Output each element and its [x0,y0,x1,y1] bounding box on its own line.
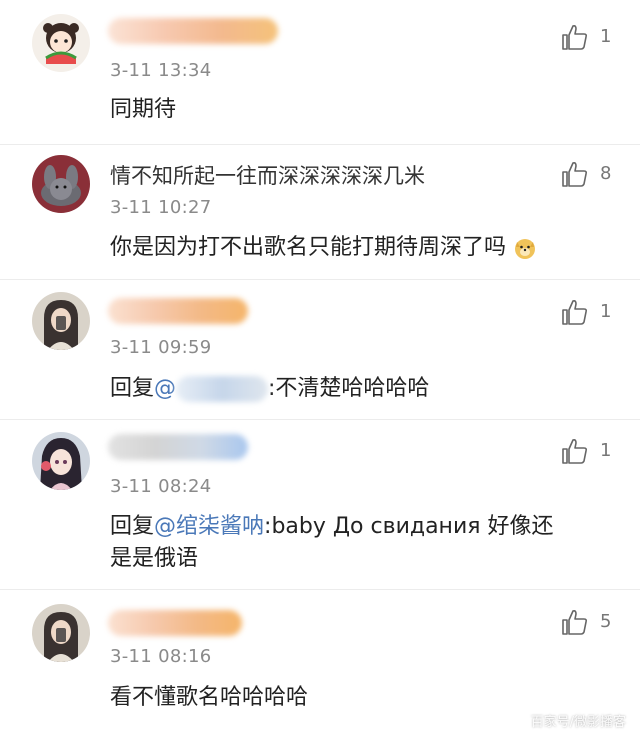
cartoon-girl-avatar-icon [32,14,90,72]
comment-time: 3-11 13:34 [110,60,212,81]
comment-time: 3-11 08:16 [110,646,212,667]
comment-text: 你是因为打不出歌名只能打期待周深了吗 [110,232,600,264]
like-count: 1 [600,26,612,47]
comment-text: 回复@绾柒酱呐:baby До свидания 好像还 是是俄语 [110,511,600,575]
avatar[interactable] [32,432,90,490]
girl-selfie-avatar-icon [32,604,90,662]
comment-text-body: :不清楚哈哈哈哈 [268,376,430,401]
comment-time: 3-11 08:24 [110,476,212,497]
comment-text-line: 回复@绾柒酱呐:baby До свидания 好像还 [110,511,600,543]
username-blurred[interactable] [108,434,248,460]
doge-emoji-icon [513,236,537,260]
comment-item: 情不知所起一往而深深深深深几米 3-11 10:27 你是因为打不出歌名只能打期… [0,145,640,280]
comment-text: 同期待 [110,97,177,122]
avatar[interactable] [32,155,90,213]
anime-girl-avatar-icon [32,432,90,490]
comment-text-body: :baby До свидания 好像还 [264,514,554,539]
comment-item: 3-11 09:59 回复@ :不清楚哈哈哈哈 1 [0,280,640,420]
like-icon[interactable] [560,436,590,466]
mention-name-blurred [176,376,269,402]
like-count: 1 [600,301,612,322]
username[interactable]: 情不知所起一往而深深深深深几米 [110,160,425,190]
avatar[interactable] [32,292,90,350]
like-icon[interactable] [560,607,590,637]
comment-text: 回复@ :不清楚哈哈哈哈 [110,373,600,405]
bunny-avatar-icon [32,155,90,213]
username-blurred[interactable] [108,18,278,44]
like-count: 8 [600,163,612,184]
comment-text-body: 你是因为打不出歌名只能打期待周深了吗 [110,235,507,260]
avatar[interactable] [32,604,90,662]
like-icon[interactable] [560,159,590,189]
like-count: 1 [600,440,612,461]
like-count: 5 [600,611,612,632]
comment-text: 看不懂歌名哈哈哈哈 [110,685,309,710]
reply-prefix: 回复 [110,514,155,539]
watermark: 百家号/微影播客 [530,715,626,730]
comment-time: 3-11 10:27 [110,197,212,218]
username-blurred[interactable] [108,610,242,636]
comment-text-line: 是是俄语 [110,546,199,571]
mention-link[interactable]: @绾柒酱呐 [154,514,264,539]
comment-item: 3-11 13:34 同期待 1 [0,0,640,145]
like-icon[interactable] [560,297,590,327]
comment-time: 3-11 09:59 [110,337,212,358]
mention-link[interactable]: @ [154,376,176,401]
reply-prefix: 回复 [110,376,155,401]
like-icon[interactable] [560,22,590,52]
girl-selfie-avatar-icon [32,292,90,350]
avatar[interactable] [32,14,90,72]
username-blurred[interactable] [108,298,248,324]
comment-item: 3-11 08:24 回复@绾柒酱呐:baby До свидания 好像还 … [0,420,640,590]
